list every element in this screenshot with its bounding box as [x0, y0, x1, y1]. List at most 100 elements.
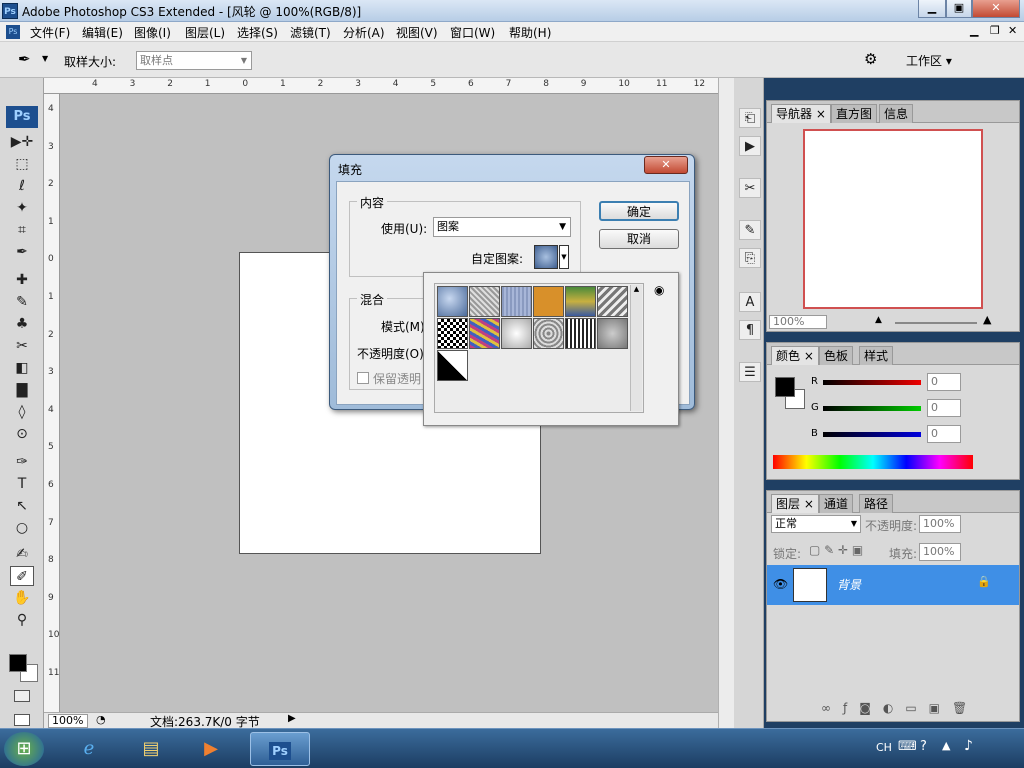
doc-restore-icon[interactable]: ❐ — [990, 24, 1000, 37]
move-tool-icon[interactable]: ▶✛ — [10, 132, 34, 152]
dodge-tool-icon[interactable]: ⊙ — [10, 424, 34, 444]
tab-styles[interactable]: 样式 — [859, 346, 894, 365]
pattern-swatch[interactable] — [469, 318, 500, 349]
blur-tool-icon[interactable]: ◊ — [10, 402, 34, 422]
tool-preset-arrow-icon[interactable]: ▼ — [42, 54, 48, 63]
layer-bottom-icons[interactable]: ∞ƒ◙◐▭▣🗑 — [821, 701, 979, 715]
slice-tool-icon[interactable]: ✒ — [10, 242, 34, 262]
tool-presets-icon[interactable]: ✂ — [739, 178, 761, 198]
tab-info[interactable]: 信息 — [879, 104, 914, 123]
pattern-swatch[interactable] — [501, 286, 532, 317]
foreground-color-swatch[interactable] — [9, 654, 27, 672]
pattern-swatch[interactable] — [565, 286, 596, 317]
volume-icon[interactable]: ♪ — [964, 738, 973, 754]
preserve-transparency-checkbox[interactable] — [357, 372, 369, 384]
quick-mask-icon[interactable] — [14, 690, 30, 702]
menu-image[interactable]: 图像(I) — [134, 24, 171, 41]
pattern-swatch[interactable] — [565, 318, 596, 349]
magic-wand-tool-icon[interactable]: ✦ — [10, 198, 34, 218]
pattern-swatch[interactable] — [533, 286, 564, 317]
pattern-swatch[interactable] — [501, 318, 532, 349]
lock-icons[interactable]: ▢ ✎ ✛ ▣ — [809, 543, 863, 557]
explorer-icon[interactable]: ▤ — [128, 732, 174, 766]
canvas-scrollbar[interactable] — [718, 78, 734, 728]
eyedropper-icon[interactable]: ✒ — [18, 50, 31, 68]
bridge-icon[interactable]: ⚙ — [864, 50, 877, 68]
maximize-button[interactable]: ▣ — [946, 0, 972, 18]
close-button[interactable]: ✕ — [972, 0, 1020, 18]
keyboard-icon[interactable]: ⌨ — [898, 739, 917, 754]
crop-tool-icon[interactable]: ⌗ — [10, 220, 34, 240]
menu-filter[interactable]: 滤镜(T) — [290, 24, 331, 41]
pattern-scrollbar[interactable]: ▲ — [630, 285, 642, 411]
eyedropper-tool-icon[interactable]: ✐ — [10, 566, 34, 586]
tab-navigator[interactable]: 导航器 × — [771, 104, 831, 123]
notes-tool-icon[interactable]: ✍ — [10, 544, 34, 564]
tab-swatches[interactable]: 色板 — [819, 346, 854, 365]
tray-arrow-icon[interactable]: ▲ — [942, 739, 950, 752]
pen-tool-icon[interactable]: ✑ — [10, 452, 34, 472]
language-indicator[interactable]: CH — [876, 741, 892, 754]
photoshop-task-icon[interactable]: Ps — [250, 732, 310, 766]
green-slider[interactable] — [823, 406, 921, 411]
layer-row-background[interactable]: 👁 背景 🔒 — [767, 565, 1019, 605]
ie-icon[interactable]: ℯ — [66, 732, 112, 766]
menu-select[interactable]: 选择(S) — [237, 24, 278, 41]
pattern-swatch[interactable] — [533, 318, 564, 349]
tab-histogram[interactable]: 直方图 — [831, 104, 878, 123]
tab-channels[interactable]: 通道 — [819, 494, 854, 513]
sample-size-select[interactable]: 取样点 ▼ — [136, 51, 252, 70]
clone-stamp-tool-icon[interactable]: ♣ — [10, 314, 34, 334]
hand-tool-icon[interactable]: ✋ — [10, 588, 34, 608]
blue-value[interactable]: 0 — [927, 425, 961, 443]
zoom-out-icon[interactable]: ▲ — [875, 315, 882, 325]
navigator-preview[interactable] — [803, 129, 983, 309]
pattern-swatch[interactable] — [597, 286, 628, 317]
visibility-eye-icon[interactable]: 👁 — [773, 577, 788, 591]
layer-name[interactable]: 背景 — [837, 576, 861, 593]
brushes-panel-icon[interactable]: ✎ — [739, 220, 761, 240]
menu-edit[interactable]: 编辑(E) — [82, 24, 123, 41]
red-value[interactable]: 0 — [927, 373, 961, 391]
red-slider[interactable] — [823, 380, 921, 385]
green-value[interactable]: 0 — [927, 399, 961, 417]
pattern-swatch[interactable] — [597, 318, 628, 349]
zoom-tool-icon[interactable]: ⚲ — [10, 610, 34, 630]
menu-help[interactable]: 帮助(H) — [509, 24, 551, 41]
path-selection-tool-icon[interactable]: ↖ — [10, 496, 34, 516]
menu-layer[interactable]: 图层(L) — [185, 24, 225, 41]
layer-comps-icon[interactable]: ☰ — [739, 362, 761, 382]
pattern-swatch[interactable] — [437, 286, 468, 317]
status-info-icon[interactable]: ◔ — [96, 713, 106, 726]
lasso-tool-icon[interactable]: ℓ — [10, 176, 34, 196]
cancel-button[interactable]: 取消 — [599, 229, 679, 249]
tab-layers[interactable]: 图层 × — [771, 494, 819, 513]
color-foreground-swatch[interactable] — [775, 377, 795, 397]
marquee-tool-icon[interactable]: ⬚ — [10, 154, 34, 174]
blend-mode-select[interactable]: 正常 ▼ — [771, 515, 861, 533]
clone-source-icon[interactable]: ⎘ — [739, 248, 761, 268]
pattern-menu-icon[interactable]: ◉ — [654, 283, 664, 297]
tab-color[interactable]: 颜色 × — [771, 346, 819, 365]
media-player-icon[interactable]: ▶ — [188, 732, 234, 766]
dialog-close-button[interactable]: ✕ — [644, 156, 688, 174]
zoom-slider[interactable] — [895, 322, 977, 324]
menu-file[interactable]: 文件(F) — [30, 24, 70, 41]
opacity-field[interactable]: 100% — [919, 515, 961, 533]
blue-slider[interactable] — [823, 432, 921, 437]
use-select[interactable]: 图案 ▼ — [433, 217, 571, 237]
color-ramp[interactable] — [773, 455, 973, 469]
document-icon[interactable]: Ps — [6, 25, 20, 39]
paragraph-panel-icon[interactable]: ¶ — [739, 320, 761, 340]
fill-field[interactable]: 100% — [919, 543, 961, 561]
navigator-zoom-field[interactable]: 100% — [769, 315, 827, 329]
custom-pattern-picker[interactable] — [534, 245, 558, 269]
doc-minimize-icon[interactable]: ▁ — [970, 24, 978, 37]
eraser-tool-icon[interactable]: ◧ — [10, 358, 34, 378]
pattern-swatch[interactable] — [437, 350, 468, 381]
menu-window[interactable]: 窗口(W) — [450, 24, 495, 41]
doc-close-icon[interactable]: ✕ — [1008, 24, 1017, 37]
history-brush-tool-icon[interactable]: ✂ — [10, 336, 34, 356]
history-panel-icon[interactable]: ⎗ — [739, 108, 761, 128]
actions-panel-icon[interactable]: ▶ — [739, 136, 761, 156]
